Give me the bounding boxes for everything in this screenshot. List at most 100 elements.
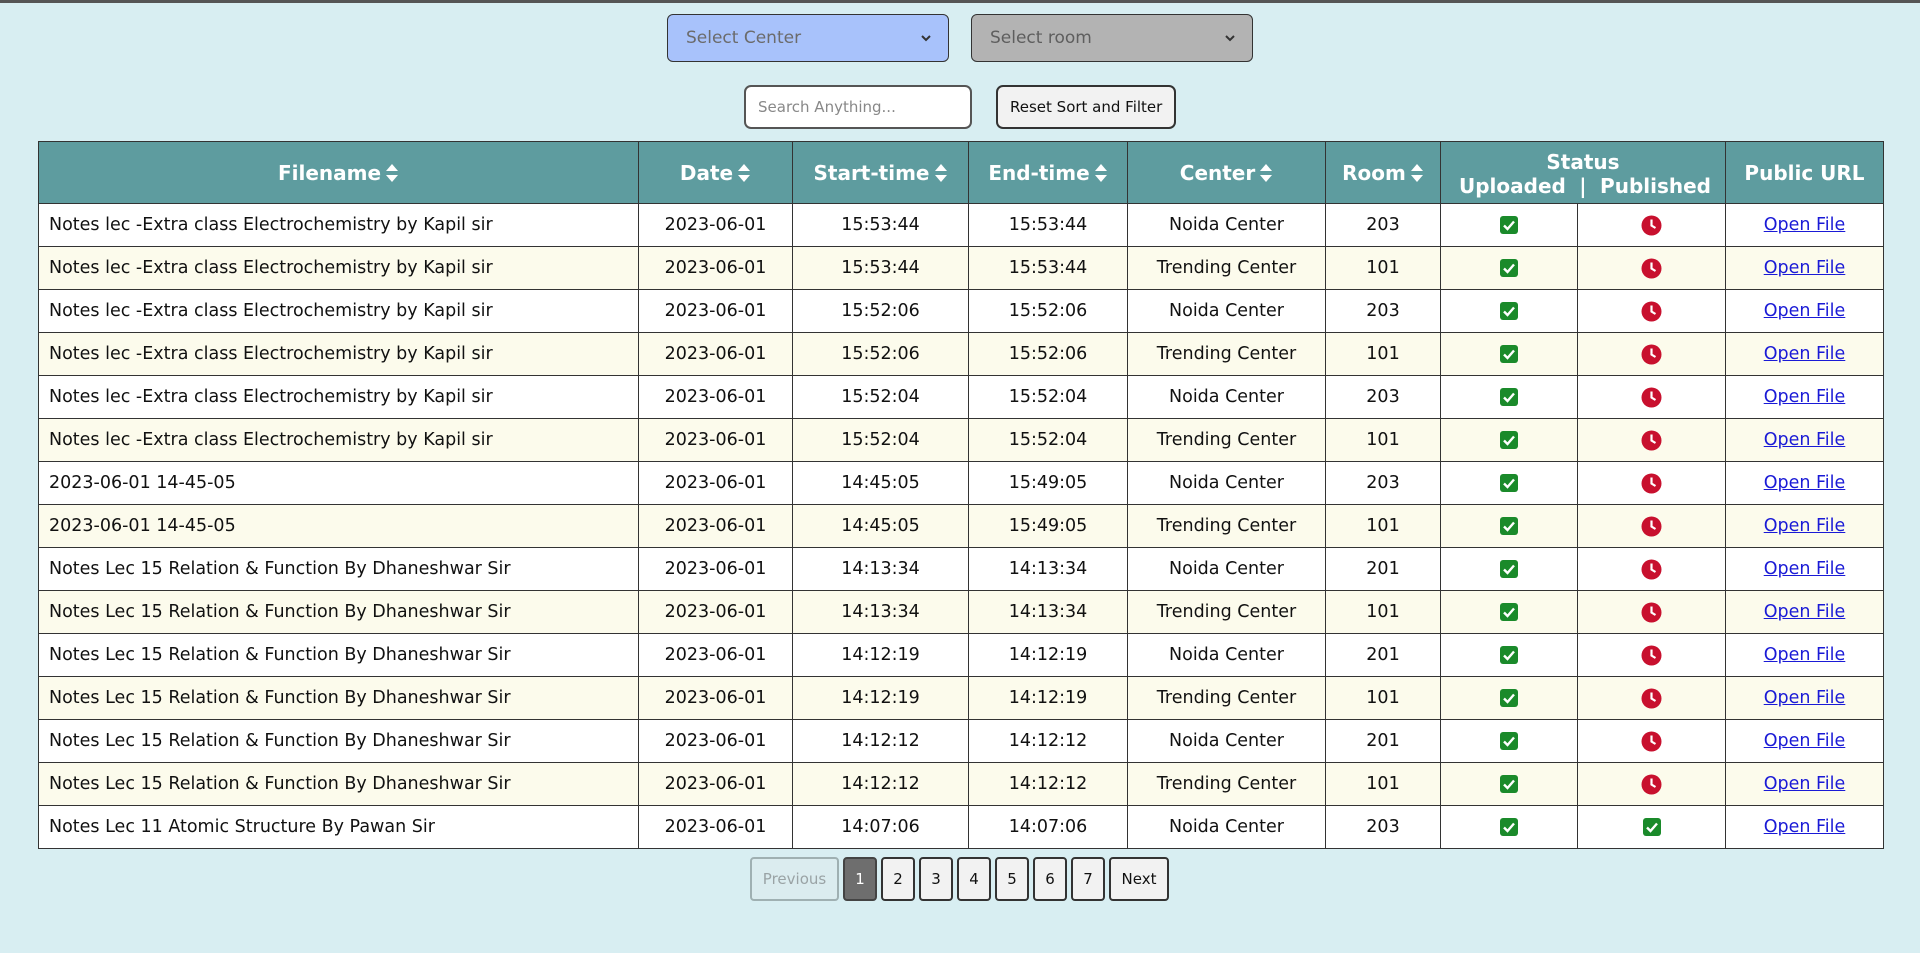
open-file-link[interactable]: Open File xyxy=(1764,430,1846,450)
table-row: 2023-06-01 14-45-05 2023-06-01 14:45:05 15:… xyxy=(38,504,1884,548)
check-square-icon xyxy=(1500,345,1518,363)
cell-room: 201 xyxy=(1325,547,1441,591)
next-page-button[interactable]: Next xyxy=(1109,857,1169,901)
cell-public-url: Open File xyxy=(1725,418,1884,462)
filter-selects: Select Center Select room xyxy=(667,14,1253,62)
table-row: Notes Lec 15 Relation & Function By Dhan… xyxy=(38,590,1884,634)
cell-end-time: 14:13:34 xyxy=(968,590,1128,634)
cell-center: Trending Center xyxy=(1127,676,1326,720)
cell-room: 101 xyxy=(1325,590,1441,634)
check-square-icon xyxy=(1500,517,1518,535)
header-start-time[interactable]: Start-time xyxy=(792,141,969,204)
open-file-link[interactable]: Open File xyxy=(1764,817,1846,837)
cell-public-url: Open File xyxy=(1725,805,1884,849)
header-end-time-label: End-time xyxy=(988,160,1090,185)
page-button-2[interactable]: 2 xyxy=(881,857,915,901)
table-row: 2023-06-01 14-45-05 2023-06-01 14:45:05 15:… xyxy=(38,461,1884,505)
open-file-link[interactable]: Open File xyxy=(1764,516,1846,536)
cell-uploaded-status xyxy=(1440,375,1578,419)
header-date[interactable]: Date xyxy=(638,141,793,204)
check-square-icon xyxy=(1500,603,1518,621)
cell-filename: Notes lec -Extra class Electrochemistry … xyxy=(38,289,639,333)
open-file-link[interactable]: Open File xyxy=(1764,559,1846,579)
cell-center: Trending Center xyxy=(1127,590,1326,634)
page-button-1[interactable]: 1 xyxy=(843,857,877,901)
open-file-link[interactable]: Open File xyxy=(1764,473,1846,493)
open-file-link[interactable]: Open File xyxy=(1764,645,1846,665)
cell-uploaded-status xyxy=(1440,332,1578,376)
cell-center: Noida Center xyxy=(1127,805,1326,849)
cell-center: Noida Center xyxy=(1127,547,1326,591)
cell-public-url: Open File xyxy=(1725,203,1884,247)
page-button-7[interactable]: 7 xyxy=(1071,857,1105,901)
check-square-icon xyxy=(1500,560,1518,578)
previous-page-button[interactable]: Previous xyxy=(750,857,839,901)
cell-center: Noida Center xyxy=(1127,719,1326,763)
header-filename[interactable]: Filename xyxy=(38,141,639,204)
page-button-4[interactable]: 4 xyxy=(957,857,991,901)
cell-room: 203 xyxy=(1325,461,1441,505)
table-row: Notes lec -Extra class Electrochemistry … xyxy=(38,332,1884,376)
open-file-link[interactable]: Open File xyxy=(1764,301,1846,321)
header-status-sub: Uploaded | Published xyxy=(1441,174,1725,198)
cell-uploaded-status xyxy=(1440,504,1578,548)
check-square-icon xyxy=(1500,646,1518,664)
header-center[interactable]: Center xyxy=(1127,141,1326,204)
open-file-link[interactable]: Open File xyxy=(1764,774,1846,794)
check-square-icon xyxy=(1500,259,1518,277)
cell-uploaded-status xyxy=(1440,676,1578,720)
cell-start-time: 14:12:19 xyxy=(792,633,969,677)
clock-icon xyxy=(1641,258,1662,278)
header-public-url-label: Public URL xyxy=(1744,160,1865,185)
cell-center: Trending Center xyxy=(1127,418,1326,462)
cell-filename: Notes lec -Extra class Electrochemistry … xyxy=(38,203,639,247)
header-uploaded-label: Uploaded xyxy=(1459,173,1566,198)
cell-uploaded-status xyxy=(1440,633,1578,677)
cell-start-time: 15:52:06 xyxy=(792,332,969,376)
table-row: Notes Lec 11 Atomic Structure By Pawan S… xyxy=(38,805,1884,849)
room-select[interactable]: Select room xyxy=(971,14,1253,62)
cell-room: 203 xyxy=(1325,203,1441,247)
cell-public-url: Open File xyxy=(1725,461,1884,505)
cell-public-url: Open File xyxy=(1725,547,1884,591)
cell-end-time: 15:49:05 xyxy=(968,504,1128,548)
clock-icon xyxy=(1641,688,1662,708)
header-public-url: Public URL xyxy=(1725,141,1884,204)
open-file-link[interactable]: Open File xyxy=(1764,688,1846,708)
open-file-link[interactable]: Open File xyxy=(1764,602,1846,622)
cell-room: 101 xyxy=(1325,246,1441,290)
open-file-link[interactable]: Open File xyxy=(1764,731,1846,751)
cell-filename: Notes lec -Extra class Electrochemistry … xyxy=(38,332,639,376)
cell-end-time: 15:52:04 xyxy=(968,418,1128,462)
table-row: Notes Lec 15 Relation & Function By Dhan… xyxy=(38,762,1884,806)
cell-start-time: 14:12:12 xyxy=(792,719,969,763)
cell-room: 101 xyxy=(1325,504,1441,548)
clock-icon xyxy=(1641,645,1662,665)
cell-uploaded-status xyxy=(1440,547,1578,591)
open-file-link[interactable]: Open File xyxy=(1764,344,1846,364)
header-end-time[interactable]: End-time xyxy=(968,141,1128,204)
cell-published-status xyxy=(1577,719,1726,763)
cell-published-status xyxy=(1577,289,1726,333)
cell-published-status xyxy=(1577,590,1726,634)
page-button-6[interactable]: 6 xyxy=(1033,857,1067,901)
cell-date: 2023-06-01 xyxy=(638,203,793,247)
sort-icon xyxy=(1260,163,1273,182)
cell-center: Noida Center xyxy=(1127,289,1326,333)
header-room[interactable]: Room xyxy=(1325,141,1441,204)
check-square-icon xyxy=(1500,775,1518,793)
open-file-link[interactable]: Open File xyxy=(1764,215,1846,235)
check-square-icon xyxy=(1500,431,1518,449)
cell-center: Noida Center xyxy=(1127,203,1326,247)
open-file-link[interactable]: Open File xyxy=(1764,387,1846,407)
open-file-link[interactable]: Open File xyxy=(1764,258,1846,278)
cell-room: 101 xyxy=(1325,418,1441,462)
page-button-5[interactable]: 5 xyxy=(995,857,1029,901)
header-published-label: Published xyxy=(1600,173,1711,198)
page-button-3[interactable]: 3 xyxy=(919,857,953,901)
search-input[interactable] xyxy=(744,85,972,129)
center-select[interactable]: Select Center xyxy=(667,14,949,62)
reset-sort-filter-button[interactable]: Reset Sort and Filter xyxy=(996,85,1177,129)
cell-public-url: Open File xyxy=(1725,676,1884,720)
cell-room: 201 xyxy=(1325,719,1441,763)
